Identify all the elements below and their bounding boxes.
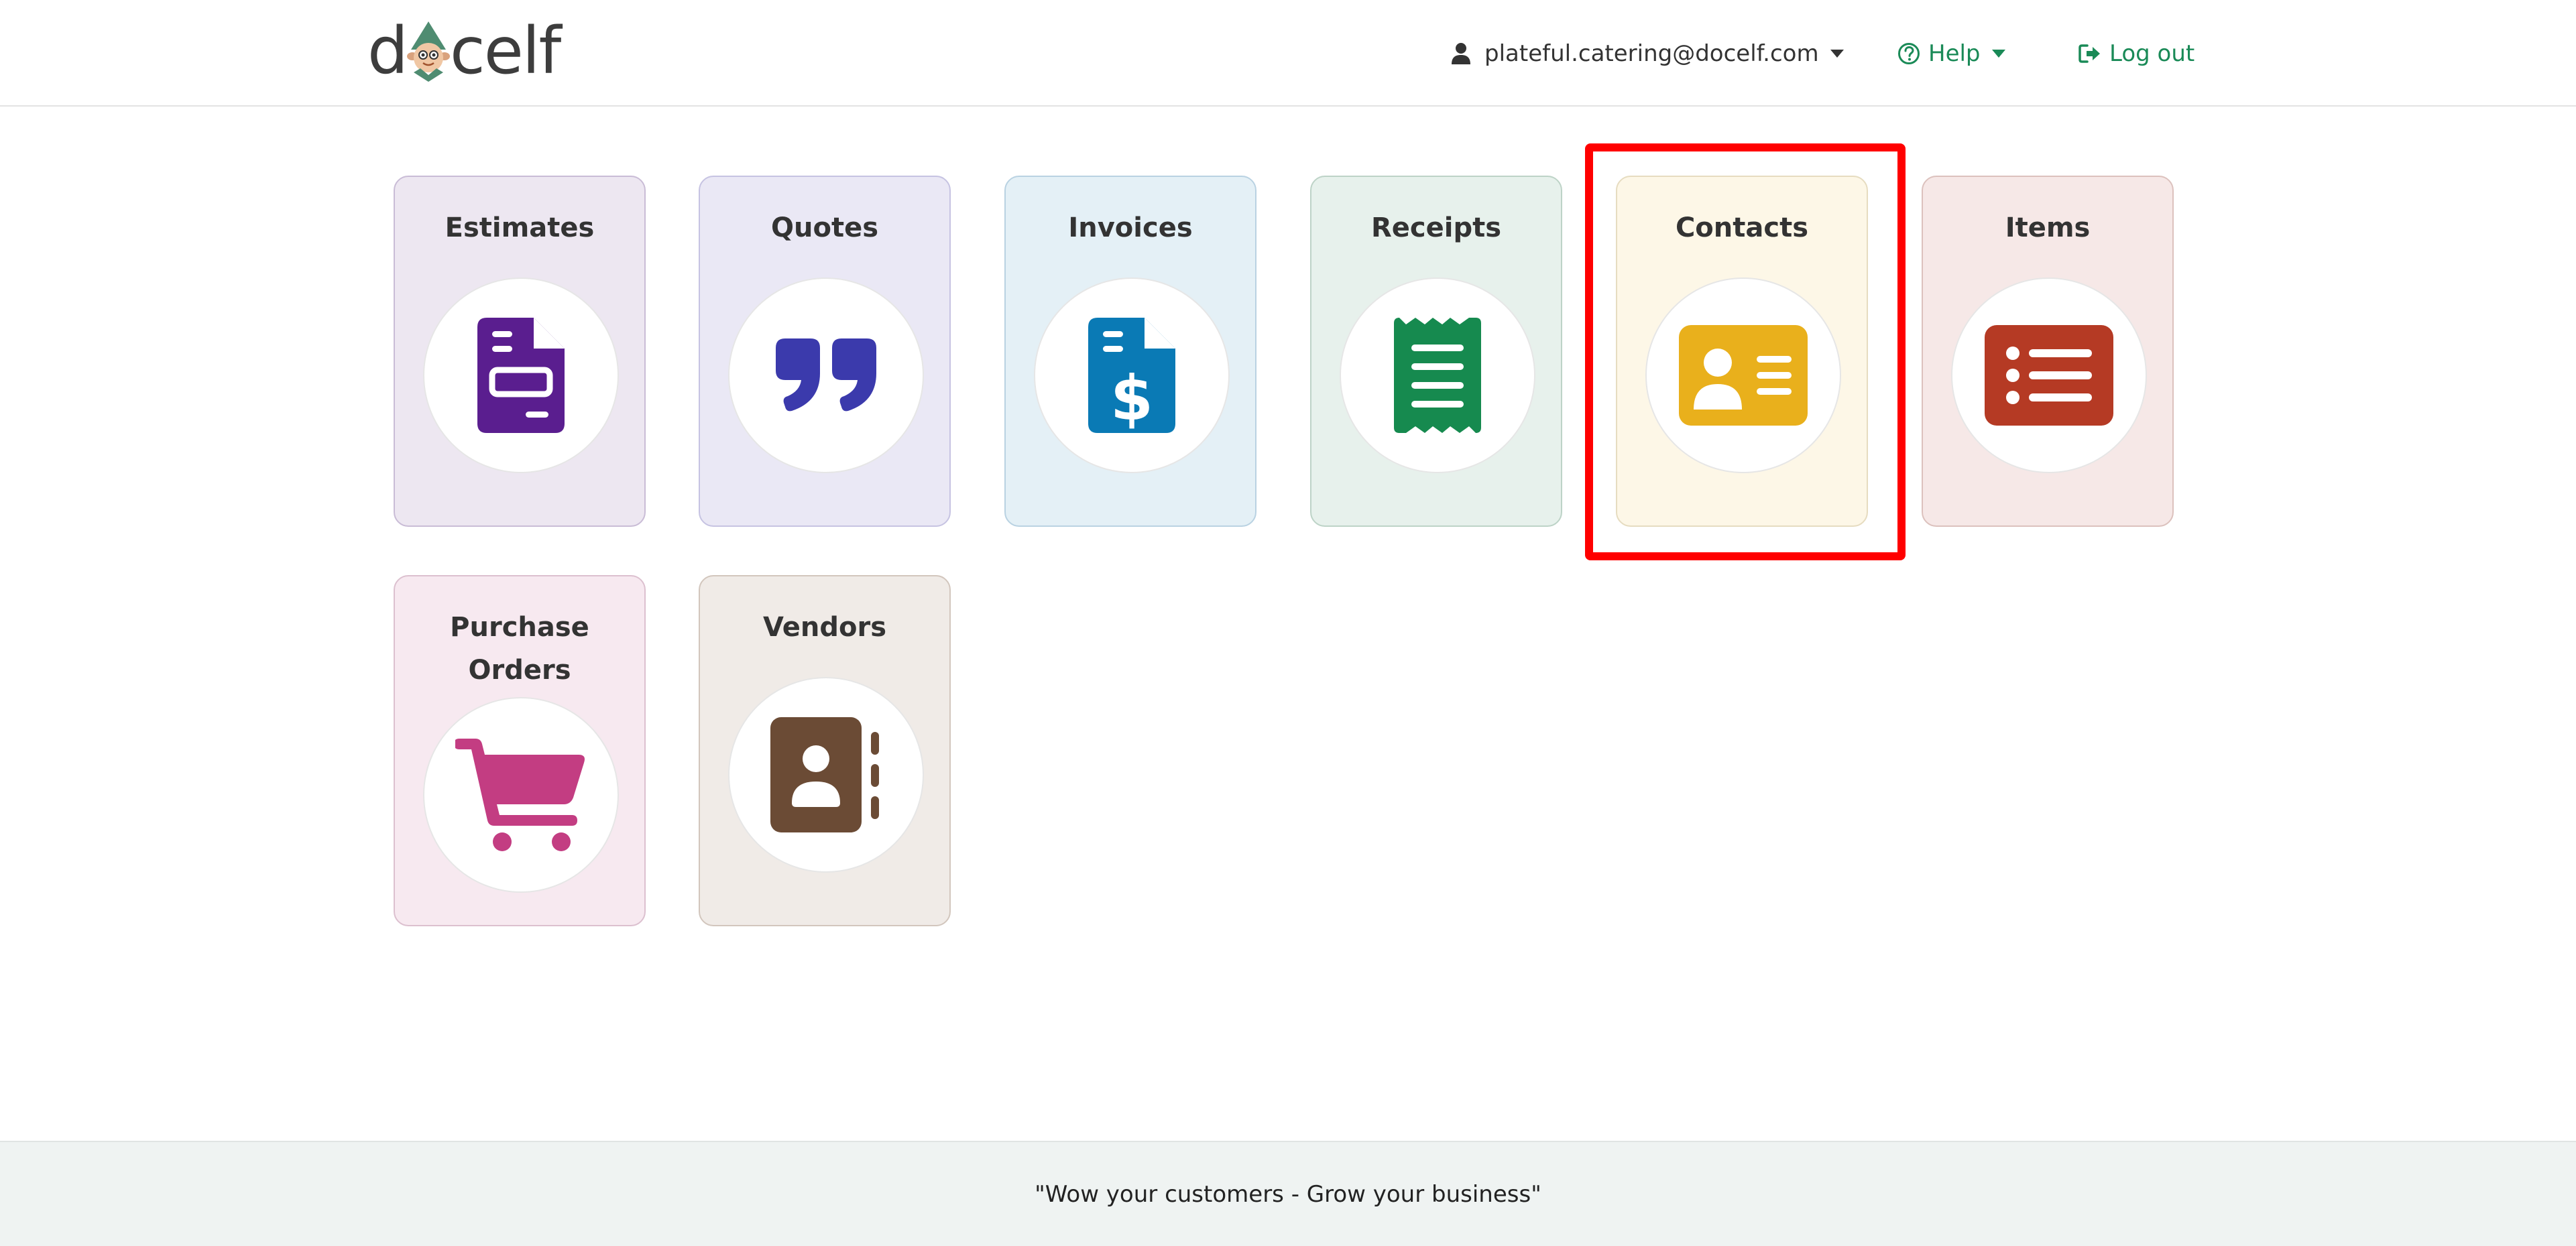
tile-quotes[interactable]: Quotes [699, 176, 951, 527]
tile-purchase-orders[interactable]: Purchase Orders [394, 575, 646, 926]
logo-text-left: d [367, 13, 408, 88]
estimate-document-icon [477, 318, 565, 433]
tile-title: Contacts [1675, 212, 1809, 243]
top-navbar: d celf plateful.catering@docelf.com Help… [0, 0, 2576, 107]
tile-icon-circle [423, 277, 619, 473]
tile-receipts[interactable]: Receipts [1310, 176, 1562, 527]
address-book-icon [770, 717, 879, 832]
user-icon [1452, 43, 1470, 64]
logout-icon [2079, 44, 2100, 63]
list-icon [1985, 325, 2113, 426]
tile-title-line1: Purchase [450, 612, 589, 643]
elf-logo-icon [406, 21, 450, 82]
tile-title: Quotes [770, 212, 879, 243]
invoice-dollar-icon: $ [1088, 318, 1175, 433]
tile-title-line2: Orders [468, 655, 571, 686]
tile-title: Items [2005, 212, 2091, 243]
logout-label: Log out [2109, 40, 2195, 67]
contact-card-icon [1679, 325, 1808, 426]
footer: "Wow your customers - Grow your business… [0, 1141, 2576, 1246]
tile-icon-circle [728, 277, 924, 473]
logo-text-right: celf [449, 13, 561, 88]
user-email: plateful.catering@docelf.com [1484, 40, 1819, 67]
tile-title: Receipts [1370, 212, 1502, 243]
quote-marks-icon [776, 338, 876, 412]
tile-title: Invoices [1068, 212, 1193, 243]
help-circle-icon [1898, 43, 1920, 64]
receipt-icon [1394, 318, 1481, 433]
chevron-down-icon [1830, 50, 1844, 58]
user-menu-dropdown[interactable]: plateful.catering@docelf.com [1451, 35, 1845, 72]
tile-icon-circle [1340, 277, 1535, 473]
tile-contacts[interactable]: Contacts [1616, 176, 1868, 527]
tile-invoices[interactable]: Invoices $ [1004, 176, 1256, 527]
tile-icon-circle [1951, 277, 2147, 473]
tile-estimates[interactable]: Estimates [394, 176, 646, 527]
help-label: Help [1928, 40, 1981, 67]
shopping-cart-icon [455, 739, 585, 851]
tile-title: Vendors [762, 612, 887, 643]
tile-items[interactable]: Items [1922, 176, 2174, 527]
docelf-logo[interactable]: d celf [367, 17, 562, 84]
tile-icon-circle [423, 697, 619, 893]
tile-icon-circle [1645, 277, 1841, 473]
tile-vendors[interactable]: Vendors [699, 575, 951, 926]
tile-icon-circle [728, 677, 924, 873]
svg-text:$: $ [1110, 363, 1153, 433]
tile-title: Purchase Orders [395, 606, 644, 692]
tile-title: Estimates [445, 212, 595, 243]
tile-icon-circle: $ [1034, 277, 1230, 473]
footer-tagline: "Wow your customers - Grow your business… [1035, 1180, 1541, 1208]
chevron-down-icon [1991, 50, 2005, 58]
logout-link[interactable]: Log out [2079, 35, 2194, 72]
help-menu-dropdown[interactable]: Help [1897, 35, 2006, 72]
